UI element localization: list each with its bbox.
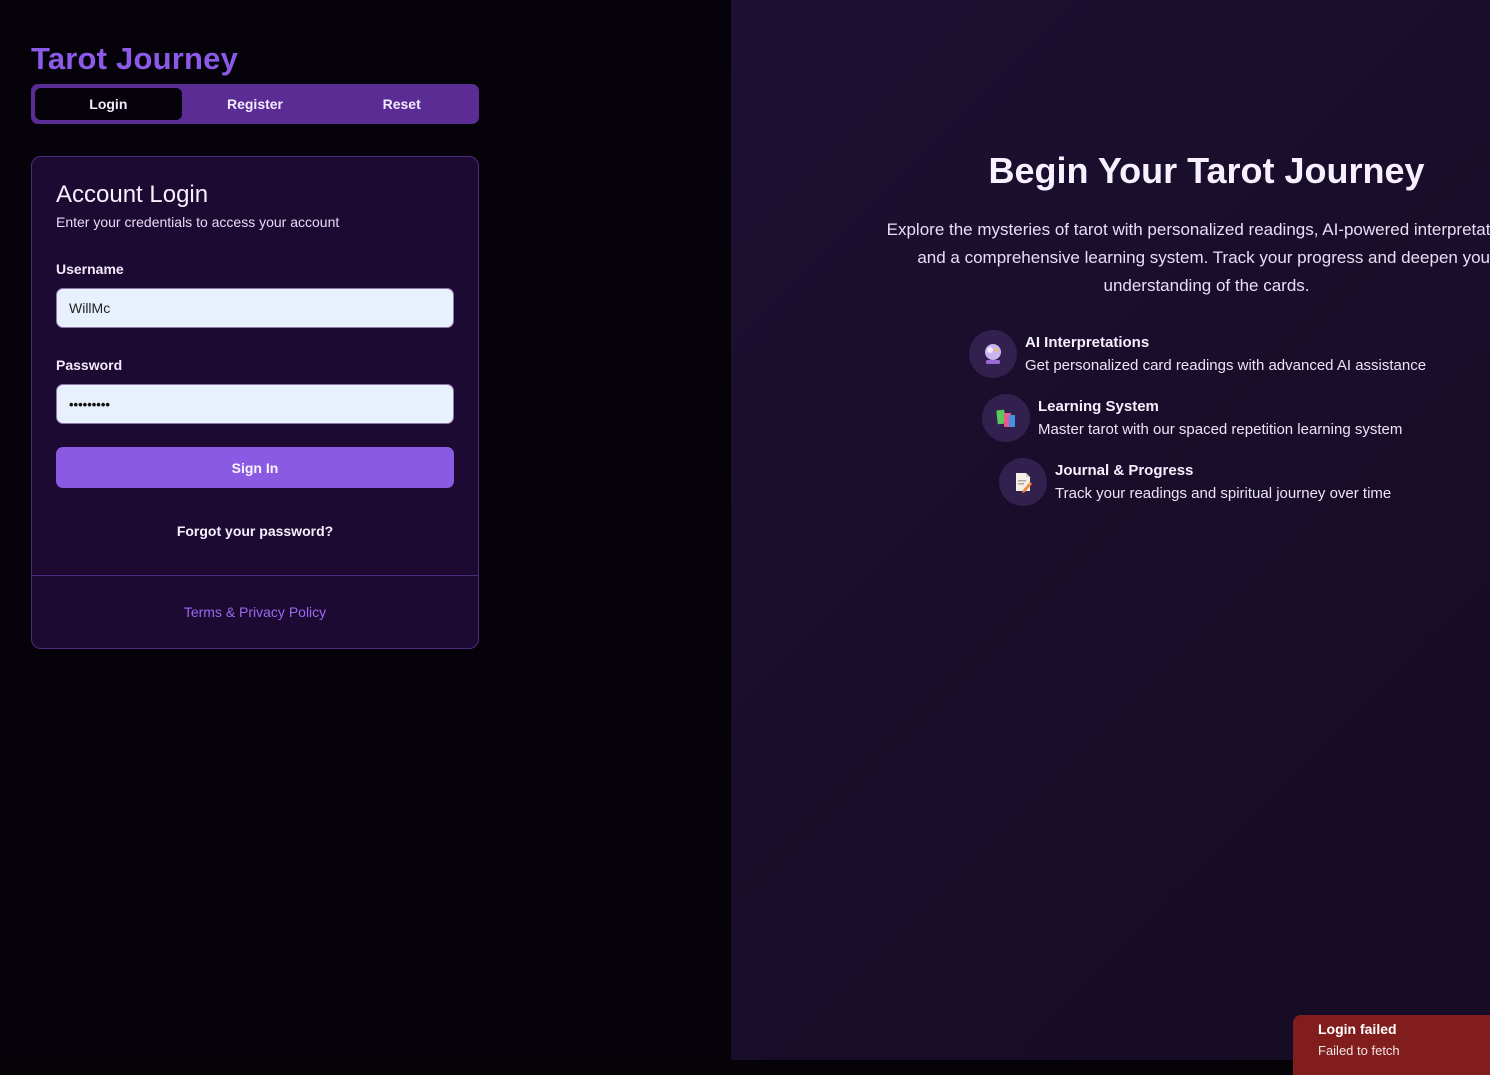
error-toast[interactable]: Login failed Failed to fetch [1293,1015,1490,1075]
forgot-password-link[interactable]: Forgot your password? [32,523,478,539]
card-title: Account Login [56,181,209,208]
feature-title: Learning System [1038,398,1159,415]
hero-pane: Begin Your Tarot Journey Explore the mys… [731,0,1490,1060]
books-icon [982,394,1030,442]
username-input[interactable]: WillMc [56,288,454,328]
hero-title: Begin Your Tarot Journey [988,150,1425,191]
auth-tabs: Login Register Reset [31,84,479,124]
feature-description: Master tarot with our spaced repetition … [1038,421,1403,438]
left-pane: Tarot Journey Login Register Reset Accou… [0,0,731,1060]
feature-title: AI Interpretations [1025,334,1150,351]
tab-reset[interactable]: Reset [328,88,475,120]
card-subtitle: Enter your credentials to access your ac… [56,214,340,230]
hero-description: Explore the mysteries of tarot with pers… [886,220,1490,295]
terms-privacy-link[interactable]: Terms & Privacy Policy [32,604,478,620]
app-title: Tarot Journey [31,41,239,76]
feature-item: Journal & Progress Track your readings a… [999,458,1391,506]
login-card: Account Login Enter your credentials to … [31,156,479,649]
sign-in-button[interactable]: Sign In [56,447,454,488]
crystal-ball-icon [969,330,1017,378]
feature-description: Track your readings and spiritual journe… [1055,485,1392,502]
toast-message: Failed to fetch [1318,1043,1400,1058]
tab-register[interactable]: Register [182,88,329,120]
feature-item: AI Interpretations Get personalized card… [969,330,1426,378]
feature-title: Journal & Progress [1055,462,1194,479]
feature-item: Learning System Master tarot with our sp… [982,394,1402,442]
password-label: Password [56,357,123,373]
password-input[interactable]: ••••••••• [56,384,454,424]
username-label: Username [56,261,124,277]
toast-title: Login failed [1318,1021,1397,1037]
card-divider [32,575,478,576]
feature-description: Get personalized card readings with adva… [1025,357,1427,374]
tab-login[interactable]: Login [35,88,182,120]
memo-icon [999,458,1047,506]
